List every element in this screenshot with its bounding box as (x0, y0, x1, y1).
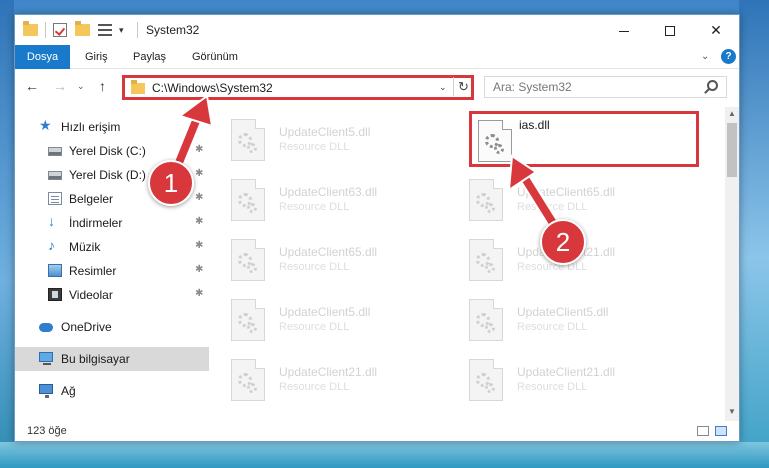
annotation-arrows (169, 94, 563, 235)
arrow-2 (507, 154, 563, 235)
step-1-badge: 1 (148, 160, 194, 206)
arrow-1 (169, 94, 214, 177)
step-2-badge: 2 (540, 219, 586, 265)
